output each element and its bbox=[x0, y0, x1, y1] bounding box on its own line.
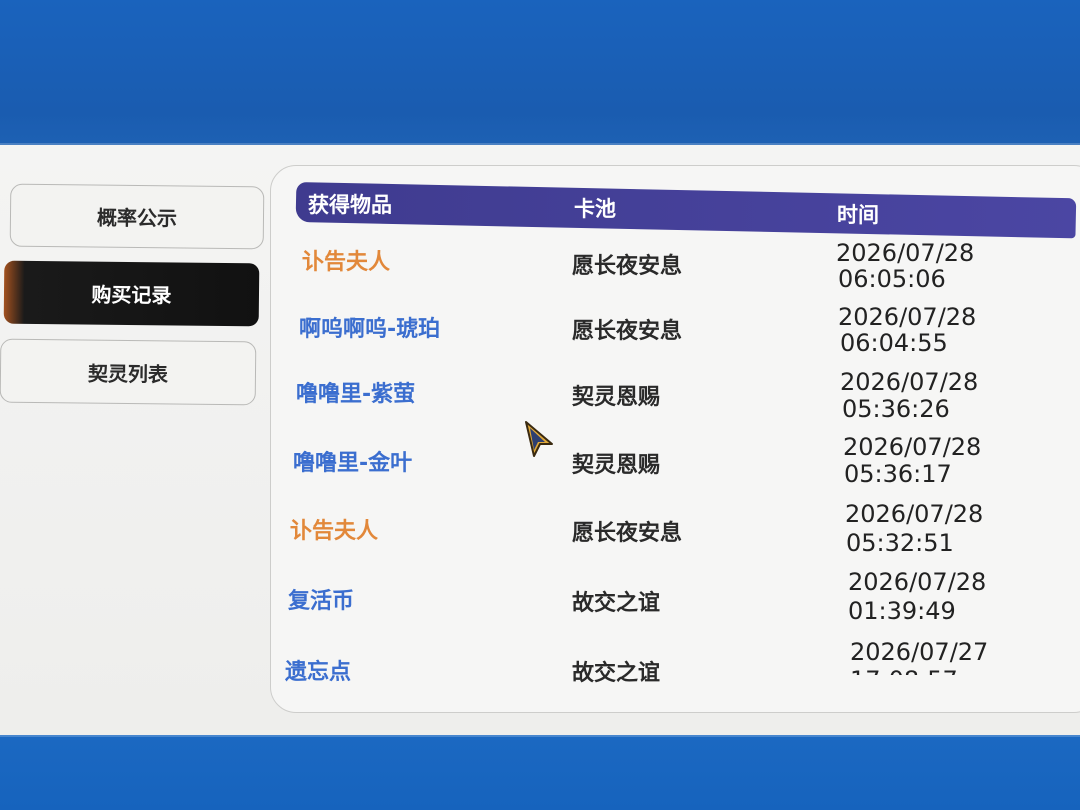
row-date: 2026/07/28 bbox=[848, 568, 987, 596]
row-clock: 06:05:06 bbox=[838, 265, 946, 293]
tab-purchase-history[interactable]: 购买记录 bbox=[3, 260, 260, 327]
row-pool: 契灵恩赐 bbox=[572, 385, 661, 410]
row-pool: 契灵恩赐 bbox=[572, 453, 661, 478]
tab-spirit-list-label: 契灵列表 bbox=[87, 361, 169, 386]
desktop-background-top bbox=[0, 0, 1080, 160]
header-item: 获得物品 bbox=[308, 193, 392, 217]
row-item: 遗忘点 bbox=[285, 660, 352, 685]
header-time: 时间 bbox=[837, 203, 879, 227]
row-date: 2026/07/28 bbox=[845, 500, 984, 528]
row-pool: 愿长夜安息 bbox=[572, 521, 683, 546]
tab-probability[interactable]: 概率公示 bbox=[9, 183, 265, 250]
row-item: 讣告夫人 bbox=[302, 250, 391, 275]
row-item: 噜噜里-紫萤 bbox=[296, 382, 416, 407]
row-item: 噜噜里-金叶 bbox=[293, 451, 413, 476]
row-item: 啊呜啊呜-琥珀 bbox=[299, 317, 441, 342]
tab-spirit-list[interactable]: 契灵列表 bbox=[0, 338, 257, 406]
row-clock: 05:36:26 bbox=[842, 395, 950, 423]
tab-probability-label: 概率公示 bbox=[96, 205, 178, 231]
row-pool: 愿长夜安息 bbox=[572, 254, 683, 279]
row-clock: 05:36:17 bbox=[844, 460, 952, 488]
row-pool: 故交之谊 bbox=[572, 661, 661, 686]
row-clock: 01:39:49 bbox=[848, 597, 956, 625]
row-pool: 故交之谊 bbox=[572, 591, 661, 616]
row-clock: 05:32:51 bbox=[846, 529, 954, 557]
row-date: 2026/07/28 bbox=[840, 368, 979, 396]
list-scroll-clip bbox=[845, 675, 1025, 695]
row-clock: 06:04:55 bbox=[840, 329, 948, 357]
row-date: 2026/07/27 bbox=[850, 638, 989, 666]
row-date: 2026/07/28 bbox=[843, 433, 982, 461]
row-pool: 愿长夜安息 bbox=[572, 319, 683, 344]
header-pool: 卡池 bbox=[574, 197, 616, 221]
row-item: 讣告夫人 bbox=[290, 519, 379, 544]
tab-purchase-history-label: 购买记录 bbox=[91, 282, 172, 308]
arrow-cursor-icon bbox=[525, 421, 553, 457]
row-item: 复活币 bbox=[288, 589, 355, 614]
row-date: 2026/07/28 bbox=[838, 303, 977, 331]
row-date: 2026/07/28 bbox=[836, 239, 975, 267]
